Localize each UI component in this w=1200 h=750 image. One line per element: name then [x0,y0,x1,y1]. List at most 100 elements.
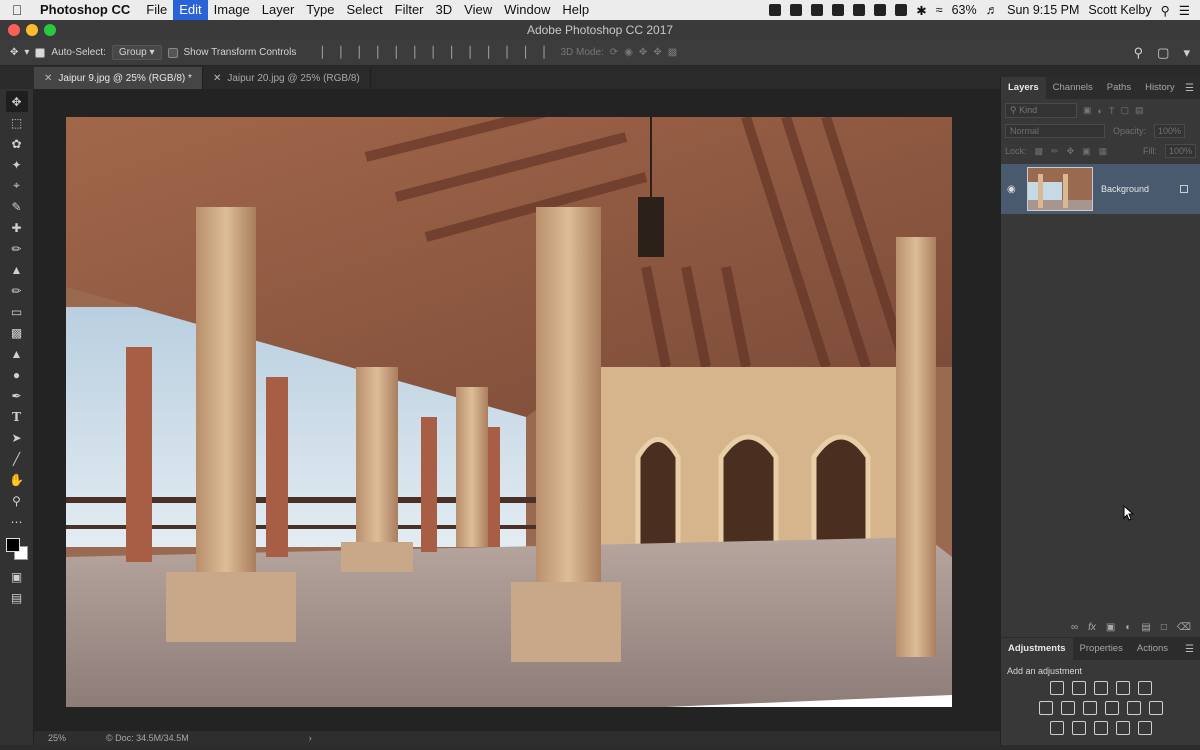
user-name[interactable]: Scott Kelby [1088,3,1151,17]
path-selection-tool-icon[interactable]: ➤ [6,427,28,448]
eyedropper-tool-icon[interactable]: ✎ [6,196,28,217]
apple-icon[interactable]:  [0,2,34,18]
distribute-hcenter-icon[interactable]: ▕ [499,46,507,59]
hand-tool-icon[interactable]: ✋ [6,469,28,490]
distribute-top-icon[interactable]: ▕ [425,46,433,59]
color-balance-icon[interactable] [1060,701,1075,715]
pen-tool-icon[interactable]: ✒ [6,385,28,406]
menu-type[interactable]: Type [300,0,340,20]
brightness-contrast-icon[interactable] [1049,681,1064,695]
close-window-button[interactable] [8,24,20,36]
posterize-icon[interactable] [1071,721,1086,735]
add-mask-icon[interactable]: ▣ [1106,622,1115,633]
status-app-icon[interactable] [832,4,845,16]
layer-name[interactable]: Background [1101,184,1149,194]
panel-menu-icon[interactable]: ☰ [1185,644,1200,655]
layer-row-background[interactable]: ◉ Background [1001,164,1200,214]
distribute-vcenter-icon[interactable]: ▕ [444,46,452,59]
3d-scale-icon[interactable]: ▩ [668,47,677,58]
marquee-tool-icon[interactable]: ⬚ [6,112,28,133]
layer-kind-filter[interactable]: ⚲ Kind [1005,103,1077,118]
levels-icon[interactable] [1071,681,1086,695]
menu-select[interactable]: Select [340,0,388,20]
distribute-right-icon[interactable]: ▕ [518,46,526,59]
tab-actions[interactable]: Actions [1130,638,1175,660]
zoom-window-button[interactable] [44,24,56,36]
hue-saturation-icon[interactable] [1038,701,1053,715]
delete-layer-icon[interactable]: ⌫ [1177,622,1191,633]
selective-color-icon[interactable] [1137,721,1152,735]
line-tool-icon[interactable]: ╱ [6,448,28,469]
smart-object-filter-icon[interactable]: ▤ [1135,105,1144,116]
clone-stamp-tool-icon[interactable]: ▲ [6,259,28,280]
gradient-map-icon[interactable] [1115,721,1130,735]
3d-orbit-icon[interactable]: ⟳ [610,47,618,58]
gradient-tool-icon[interactable]: ▩ [6,322,28,343]
threshold-icon[interactable] [1093,721,1108,735]
3d-slide-icon[interactable]: ✥ [653,47,661,58]
menu-3d[interactable]: 3D [430,0,459,20]
spotlight-icon[interactable]: ⚲ [1161,3,1170,18]
tab-layers[interactable]: Layers [1001,77,1046,99]
menu-edit[interactable]: Edit [173,0,208,20]
close-icon[interactable]: ✕ [44,73,52,84]
tab-history[interactable]: History [1138,77,1182,99]
exposure-icon[interactable] [1115,681,1130,695]
menu-file[interactable]: File [140,0,173,20]
wifi-icon[interactable]: ≈ [936,3,943,17]
tab-adjustments[interactable]: Adjustments [1001,638,1073,660]
chevron-down-icon[interactable]: ▾ [24,47,29,58]
search-icon[interactable]: ⚲ [1134,45,1144,61]
panel-collapse-bar[interactable] [1000,67,1200,77]
crop-tool-icon[interactable]: ⌖ [6,175,28,196]
more-tools-icon[interactable]: ⋯ [6,511,28,532]
close-icon[interactable]: ✕ [213,73,221,84]
menu-filter[interactable]: Filter [389,0,430,20]
brush-tool-icon[interactable]: ✏ [6,238,28,259]
quick-mask-icon[interactable]: ▣ [6,566,28,587]
menu-layer[interactable]: Layer [256,0,301,20]
align-bottom-icon[interactable]: ▕ [351,46,359,59]
status-app-icon[interactable] [853,4,866,16]
auto-select-dropdown[interactable]: Group ▾ [111,45,162,60]
zoom-tool-icon[interactable]: ⚲ [6,490,28,511]
status-app-icon[interactable] [769,4,782,16]
screen-mode-icon[interactable]: ▤ [6,587,28,608]
workspace-icon[interactable]: ▢ [1157,45,1169,61]
invert-icon[interactable] [1049,721,1064,735]
eraser-tool-icon[interactable]: ▭ [6,301,28,322]
curves-icon[interactable] [1093,681,1108,695]
align-left-icon[interactable]: ▕ [370,46,378,59]
auto-select-checkbox[interactable] [35,47,46,58]
menu-app[interactable]: Photoshop CC [34,0,140,20]
new-layer-icon[interactable]: □ [1161,622,1167,633]
align-top-icon[interactable]: ▕ [314,46,322,59]
opacity-input[interactable]: 100% [1154,124,1186,138]
type-filter-icon[interactable]: T [1109,106,1115,116]
channel-mixer-icon[interactable] [1126,701,1141,715]
distribute-bottom-icon[interactable]: ▕ [462,46,470,59]
panel-menu-icon[interactable]: ☰ [1185,83,1200,94]
new-adjustment-layer-icon[interactable]: ◐ [1125,622,1131,633]
auto-align-icon[interactable]: ▕ [536,46,544,59]
quick-select-tool-icon[interactable]: ✦ [6,154,28,175]
history-brush-tool-icon[interactable]: ✏ [6,280,28,301]
adjustment-filter-icon[interactable]: ◐ [1098,106,1103,116]
status-app-icon[interactable] [790,4,803,16]
pixel-filter-icon[interactable]: ▣ [1083,105,1092,116]
color-swatches[interactable] [4,536,30,562]
move-tool-icon[interactable]: ✥ [10,47,18,58]
zoom-level[interactable]: 25% [48,733,66,743]
3d-roll-icon[interactable]: ◉ [624,47,633,58]
tab-paths[interactable]: Paths [1100,77,1138,99]
distribute-left-icon[interactable]: ▕ [481,46,489,59]
lock-image-icon[interactable]: ✏ [1051,146,1059,157]
tab-properties[interactable]: Properties [1073,638,1130,660]
visibility-eye-icon[interactable]: ◉ [1007,184,1019,195]
align-vcenter-icon[interactable]: ▕ [333,46,341,59]
bluetooth-icon[interactable]: ✱ [916,3,926,18]
notification-center-icon[interactable]: ☰ [1179,3,1190,18]
tab-jaipur-9[interactable]: ✕ Jaipur 9.jpg @ 25% (RGB/8) * [34,67,203,89]
layer-style-icon[interactable]: fx [1088,622,1096,633]
lock-position-icon[interactable]: ✥ [1067,146,1075,157]
